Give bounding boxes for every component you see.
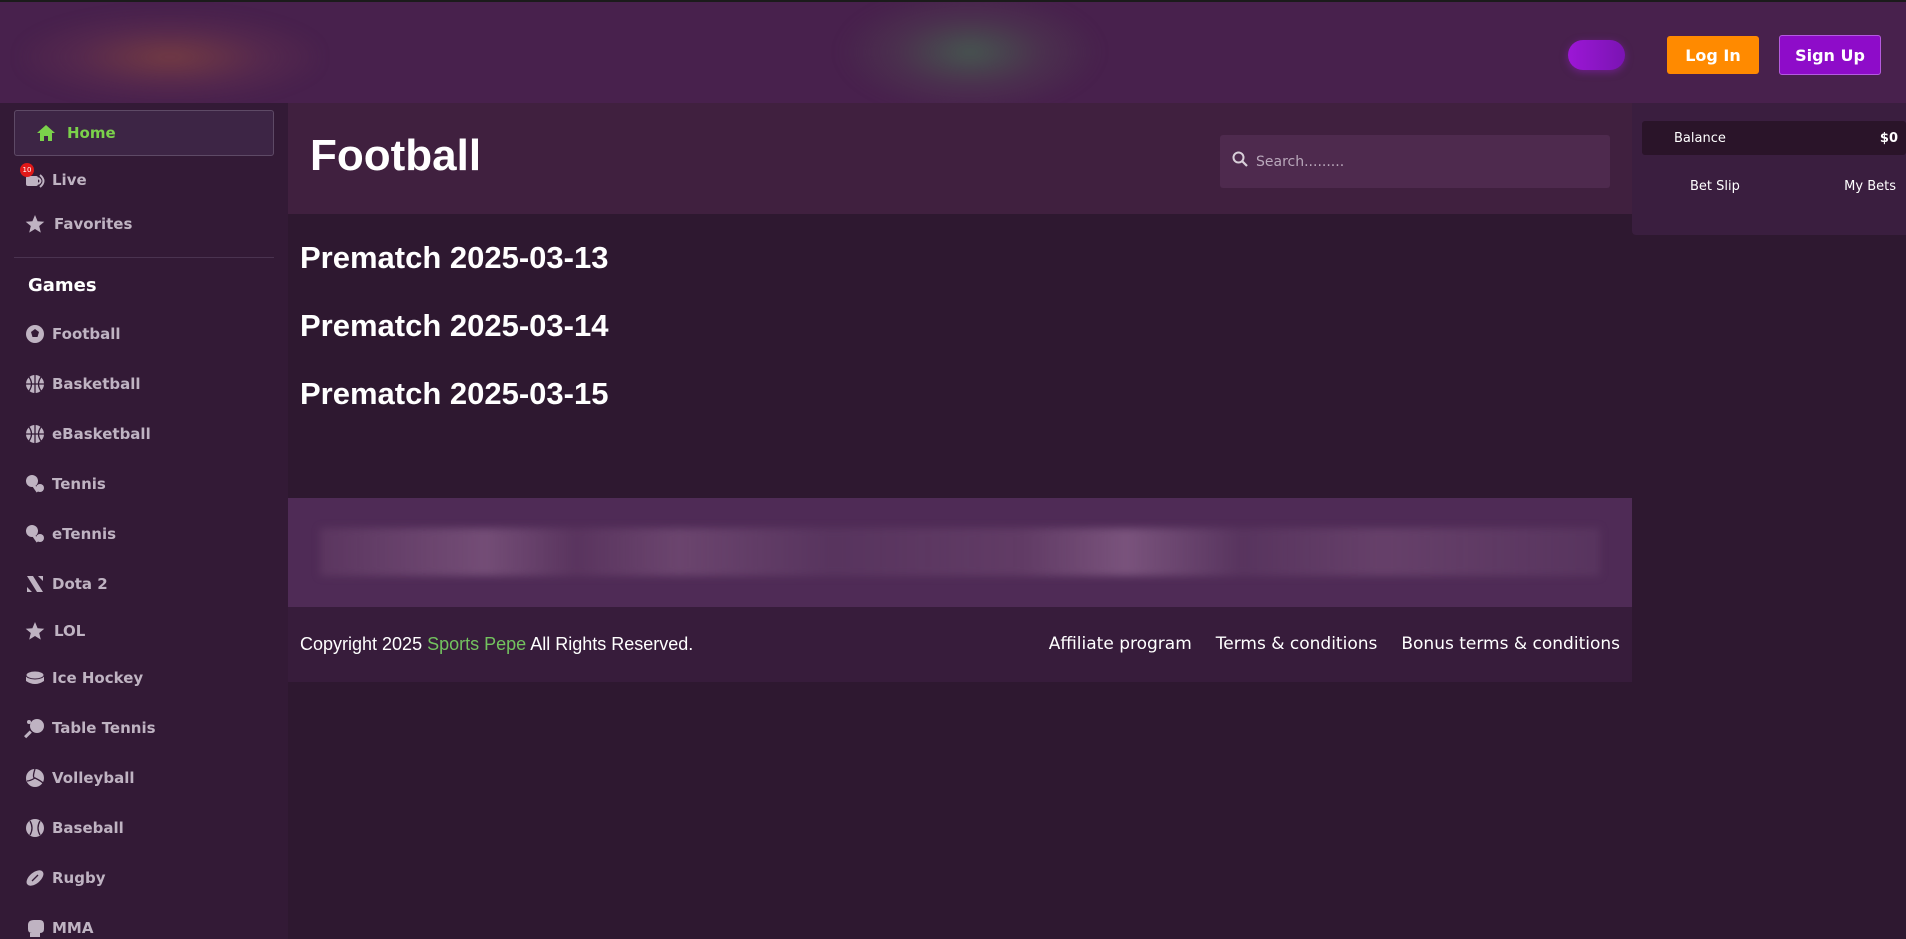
- sidebar-item-basketball[interactable]: Basketball: [24, 369, 141, 399]
- balance-row: Balance $0: [1642, 121, 1906, 155]
- sidebar-item-label: Rugby: [52, 869, 106, 887]
- sidebar-item-ice-hockey[interactable]: Ice Hockey: [24, 663, 143, 693]
- signup-button[interactable]: Sign Up: [1779, 35, 1881, 75]
- sidebar-item-live[interactable]: 10 Live: [20, 163, 87, 195]
- volleyball-icon: [24, 767, 46, 789]
- football-icon: [24, 323, 46, 345]
- search-input[interactable]: [1256, 153, 1596, 170]
- search-icon: [1232, 151, 1248, 172]
- header-logo-blur: [20, 12, 320, 102]
- balance-value: $0: [1879, 130, 1898, 146]
- bonus-terms-link[interactable]: Bonus terms & conditions: [1401, 634, 1620, 654]
- sidebar-item-label: Live: [52, 171, 87, 189]
- sidebar-item-lol[interactable]: LOL: [24, 616, 85, 646]
- footer-links: Affiliate program Terms & conditions Bon…: [1049, 634, 1620, 654]
- login-button[interactable]: Log In: [1667, 36, 1759, 74]
- sidebar-item-dota2[interactable]: Dota 2: [24, 569, 108, 599]
- sidebar-item-tennis[interactable]: Tennis: [24, 469, 106, 499]
- sidebar-item-volleyball[interactable]: Volleyball: [24, 763, 134, 793]
- table-tennis-icon: [24, 717, 46, 739]
- ebasketball-icon: [24, 423, 46, 445]
- tennis-icon: [24, 473, 46, 495]
- main-header: Football: [288, 103, 1632, 214]
- sidebar-item-etennis[interactable]: eTennis: [24, 519, 116, 549]
- sidebar-item-label: Dota 2: [52, 575, 108, 593]
- ice-hockey-icon: [24, 667, 46, 689]
- sidebar-item-label: Volleyball: [52, 769, 135, 787]
- mma-icon: [24, 917, 46, 939]
- sidebar-item-label: Baseball: [52, 819, 124, 837]
- theme-toggle[interactable]: [1568, 40, 1625, 70]
- blurred-banner-strip: [320, 528, 1600, 576]
- betslip-panel: Balance $0 Bet Slip My Bets: [1632, 103, 1906, 235]
- tab-bet-slip[interactable]: Bet Slip: [1690, 179, 1740, 194]
- basketball-icon: [24, 373, 46, 395]
- balance-label: Balance: [1674, 130, 1726, 146]
- copyright-prefix: Copyright 2025: [300, 634, 423, 654]
- affiliate-link[interactable]: Affiliate program: [1049, 634, 1192, 654]
- sidebar-item-label: Favorites: [54, 215, 133, 233]
- page-title: Football: [310, 131, 482, 180]
- sidebar-item-label: Home: [67, 124, 116, 142]
- sidebar-item-label: eBasketball: [52, 425, 151, 443]
- sidebar-item-label: Ice Hockey: [52, 669, 144, 687]
- header-center-blur: [840, 2, 1100, 103]
- top-header: Log In Sign Up: [0, 0, 1906, 103]
- sidebar-item-label: LOL: [54, 622, 86, 640]
- sidebar-item-ebasketball[interactable]: eBasketball: [24, 419, 151, 449]
- etennis-icon: [24, 523, 46, 545]
- prematch-heading[interactable]: Prematch 2025-03-15: [300, 376, 608, 412]
- games-section-title: Games: [28, 275, 97, 296]
- sidebar-item-label: eTennis: [52, 525, 117, 543]
- brand-link[interactable]: Sports Pepe: [427, 634, 526, 654]
- sidebar-item-rugby[interactable]: Rugby: [24, 863, 105, 893]
- sidebar-divider: [14, 257, 274, 258]
- lol-icon: [24, 620, 46, 642]
- rugby-icon: [24, 867, 46, 889]
- sidebar-item-football[interactable]: Football: [24, 319, 121, 349]
- footer: Copyright 2025 Sports Pepe All Rights Re…: [288, 607, 1632, 682]
- sidebar-item-mma[interactable]: MMA: [24, 913, 93, 939]
- betslip-tabs: Bet Slip My Bets: [1632, 179, 1906, 194]
- sidebar: Home 10 Live Favorites Games Football Ba…: [0, 103, 288, 939]
- copyright-text: Copyright 2025 Sports Pepe All Rights Re…: [300, 634, 693, 655]
- promo-banner: [288, 498, 1632, 607]
- tab-my-bets[interactable]: My Bets: [1844, 179, 1896, 194]
- sidebar-item-label: Tennis: [52, 475, 106, 493]
- live-icon: 10: [20, 163, 46, 191]
- terms-link[interactable]: Terms & conditions: [1216, 634, 1378, 654]
- baseball-icon: [24, 817, 46, 839]
- sidebar-item-label: MMA: [52, 919, 94, 937]
- prematch-heading[interactable]: Prematch 2025-03-14: [300, 308, 608, 344]
- copyright-suffix: All Rights Reserved.: [530, 634, 694, 654]
- sidebar-item-label: Football: [52, 325, 121, 343]
- prematch-heading[interactable]: Prematch 2025-03-13: [300, 240, 608, 276]
- sidebar-item-label: Basketball: [52, 375, 141, 393]
- sidebar-item-table-tennis[interactable]: Table Tennis: [24, 713, 156, 743]
- live-count-badge: 10: [20, 163, 34, 177]
- sidebar-item-home[interactable]: Home: [14, 110, 274, 156]
- sidebar-item-baseball[interactable]: Baseball: [24, 813, 124, 843]
- sidebar-item-label: Table Tennis: [52, 719, 156, 737]
- dota2-icon: [24, 573, 46, 595]
- search-box[interactable]: [1220, 135, 1610, 188]
- home-icon: [35, 122, 57, 144]
- star-icon: [24, 213, 46, 235]
- sidebar-item-favorites[interactable]: Favorites: [24, 209, 132, 239]
